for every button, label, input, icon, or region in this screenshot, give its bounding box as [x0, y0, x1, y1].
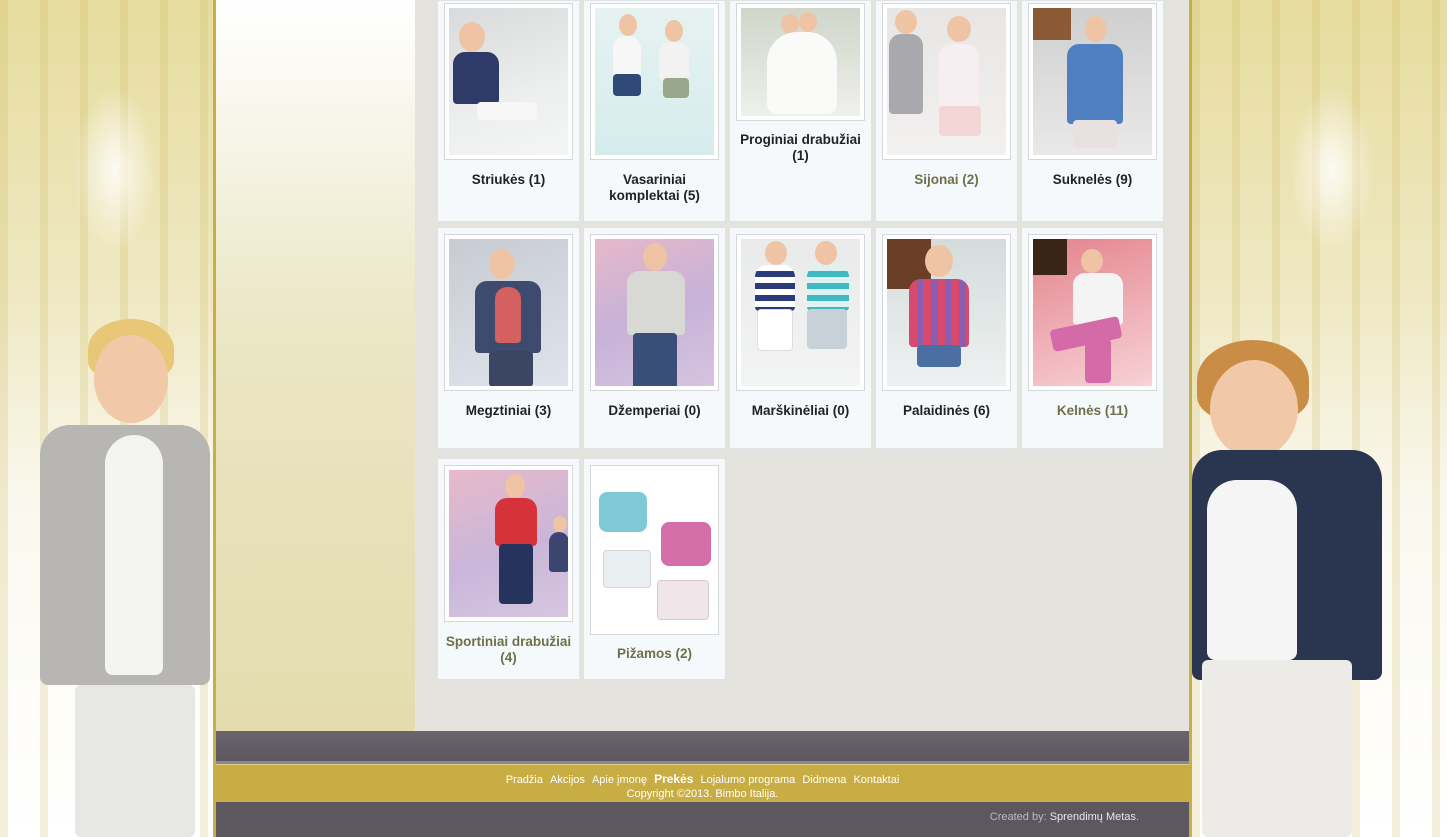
category-label[interactable]: Proginiai drabužiai (1): [734, 132, 867, 164]
footer-link-lojalumo-programa[interactable]: Lojalumo programa: [701, 774, 796, 786]
credit-prefix: Created by:: [989, 811, 1047, 823]
category-thumbnail[interactable]: [590, 465, 719, 635]
footer-link-kontaktai[interactable]: Kontaktai: [853, 774, 899, 786]
category-content: Striukės (1) Vasariniai komplektai (5) P…: [415, 0, 1189, 731]
footer-link-apie-imone[interactable]: Apie įmonę: [592, 774, 647, 786]
footer-link-akcijos[interactable]: Akcijos: [550, 774, 585, 786]
category-thumbnail[interactable]: [736, 3, 865, 121]
category-label[interactable]: Marškinėliai (0): [734, 403, 867, 419]
category-thumbnail[interactable]: [1028, 234, 1157, 391]
footer-link-pradzia[interactable]: Pradžia: [506, 774, 543, 786]
category-tile-palaidines[interactable]: Palaidinės (6): [875, 227, 1018, 449]
footer-nav-bar: Pradžia Akcijos Apie įmonę Prekės Lojalu…: [216, 764, 1189, 803]
footer-link-didmena[interactable]: Didmena: [802, 774, 846, 786]
category-label[interactable]: Suknelės (9): [1026, 172, 1159, 188]
category-tile-sukneles[interactable]: Suknelės (9): [1021, 0, 1164, 222]
category-thumbnail[interactable]: [590, 234, 719, 391]
footer-credit-bar: Created by: Sprendimų Metas.: [216, 802, 1189, 837]
category-thumbnail[interactable]: [1028, 3, 1157, 160]
category-label[interactable]: Vasariniai komplektai (5): [588, 172, 721, 204]
left-sidebar: [216, 0, 415, 731]
category-tile-sijonai[interactable]: Sijonai (2): [875, 0, 1018, 222]
category-thumbnail[interactable]: [736, 234, 865, 391]
category-thumbnail[interactable]: [590, 3, 719, 160]
category-thumbnail[interactable]: [882, 234, 1011, 391]
right-decorative-banner: [1192, 0, 1447, 837]
credit-link[interactable]: Sprendimų Metas: [1050, 811, 1136, 823]
category-tile-pizamos[interactable]: Pižamos (2): [583, 458, 726, 680]
left-decorative-banner: [0, 0, 213, 837]
category-tile-proginiai-drabuziai[interactable]: Proginiai drabužiai (1): [729, 0, 872, 222]
category-thumbnail[interactable]: [882, 3, 1011, 160]
category-tile-megztiniai[interactable]: Megztiniai (3): [437, 227, 580, 449]
category-tile-dzemperiai[interactable]: Džemperiai (0): [583, 227, 726, 449]
footer-divider-bar: [216, 731, 1189, 764]
category-thumbnail[interactable]: [444, 3, 573, 160]
category-thumbnail[interactable]: [444, 234, 573, 391]
footer-nav: Pradžia Akcijos Apie įmonę Prekės Lojalu…: [216, 772, 1189, 786]
copyright-text: Copyright ©2013. Bimbo Italija.: [626, 788, 779, 800]
credit-text: Created by: Sprendimų Metas.: [990, 811, 1139, 823]
category-tile-kelnes[interactable]: Kelnės (11): [1021, 227, 1164, 449]
girl-model-image: [1192, 340, 1392, 837]
category-label[interactable]: Džemperiai (0): [588, 403, 721, 419]
category-label[interactable]: Pižamos (2): [588, 646, 721, 662]
category-tile-vasariniai-komplektai[interactable]: Vasariniai komplektai (5): [583, 0, 726, 222]
category-label[interactable]: Megztiniai (3): [442, 403, 575, 419]
category-label[interactable]: Sijonai (2): [880, 172, 1013, 188]
category-thumbnail[interactable]: [444, 465, 573, 622]
footer-link-prekes[interactable]: Prekės: [654, 772, 693, 786]
boy-model-image: [30, 315, 210, 837]
category-label[interactable]: Palaidinės (6): [880, 403, 1013, 419]
main-frame: Striukės (1) Vasariniai komplektai (5) P…: [213, 0, 1192, 837]
category-label[interactable]: Sportiniai drabužiai (4): [442, 634, 575, 666]
category-label[interactable]: Kelnės (11): [1026, 403, 1159, 419]
category-tile-marskineliai[interactable]: Marškinėliai (0): [729, 227, 872, 449]
category-label[interactable]: Striukės (1): [442, 172, 575, 188]
category-tile-striukes[interactable]: Striukės (1): [437, 0, 580, 222]
category-tile-sportiniai-drabuziai[interactable]: Sportiniai drabužiai (4): [437, 458, 580, 680]
credit-suffix: .: [1135, 811, 1139, 823]
